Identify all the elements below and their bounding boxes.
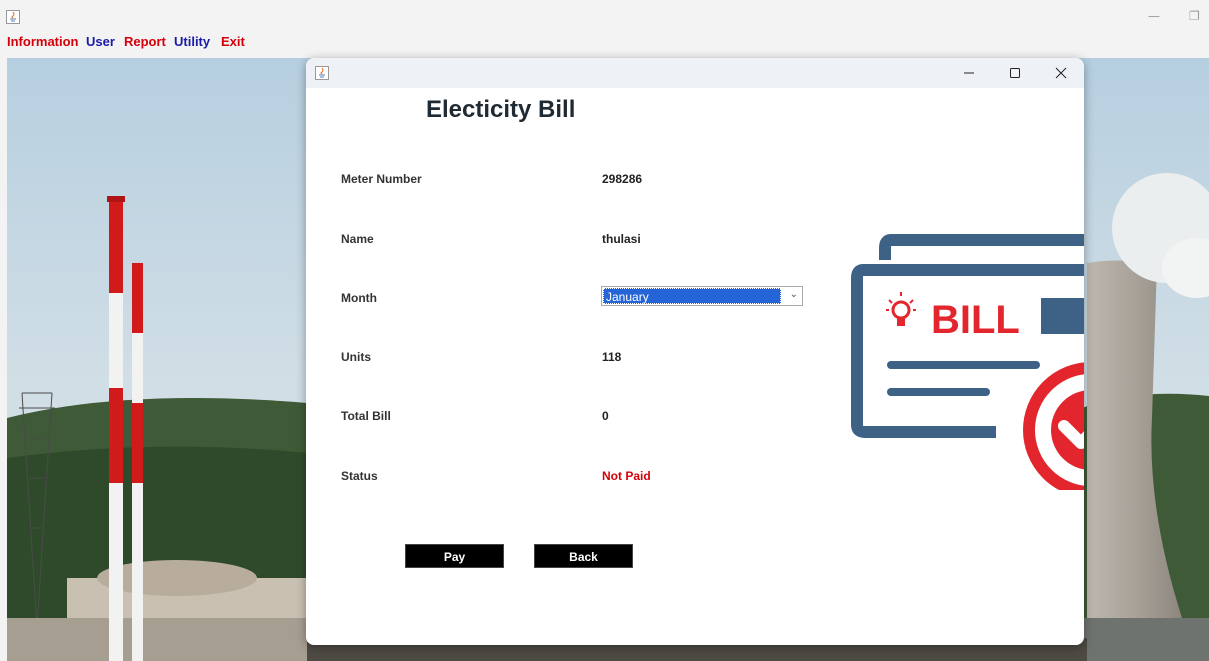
back-button[interactable]: Back [534,544,633,568]
dialog-titlebar [306,58,1084,88]
main-window-titlebar: — ❐ [0,0,1209,30]
menu-information[interactable]: Information [7,34,79,49]
status-value: Not Paid [602,469,651,483]
bill-dialog: Electicity Bill Meter Number 298286 Name… [306,58,1084,645]
minimize-icon[interactable] [946,58,992,88]
month-dropdown[interactable]: January ⌄ [601,286,803,306]
status-label: Status [341,469,378,483]
menu-user[interactable]: User [86,34,115,49]
name-label: Name [341,232,374,246]
lightbulb-icon [886,292,916,326]
total-bill-label: Total Bill [341,409,391,423]
chevron-down-icon[interactable]: ⌄ [790,289,798,300]
java-app-icon [6,10,20,24]
close-icon[interactable] [1038,58,1084,88]
svg-text:BILL: BILL [931,298,1020,342]
page-title: Electicity Bill [426,96,576,123]
meter-number-value: 298286 [602,172,643,186]
menu-bar: Information User Report Utility Exit [0,30,1209,52]
pay-button[interactable]: Pay [405,544,504,568]
units-label: Units [341,350,371,364]
bill-illustration: BILL [851,234,1084,490]
name-value: thulasi [602,232,641,246]
month-selected-value: January [603,288,781,304]
total-bill-value: 0 [602,409,609,423]
month-label: Month [341,291,377,305]
minimize-icon[interactable]: — [1148,9,1160,23]
maximize-icon[interactable] [992,58,1038,88]
restore-icon[interactable]: ❐ [1189,9,1200,23]
menu-utility[interactable]: Utility [174,34,210,49]
meter-number-label: Meter Number [341,172,422,186]
menu-report[interactable]: Report [124,34,166,49]
menu-exit[interactable]: Exit [221,34,245,49]
java-app-icon [315,66,329,80]
units-value: 118 [602,350,622,364]
